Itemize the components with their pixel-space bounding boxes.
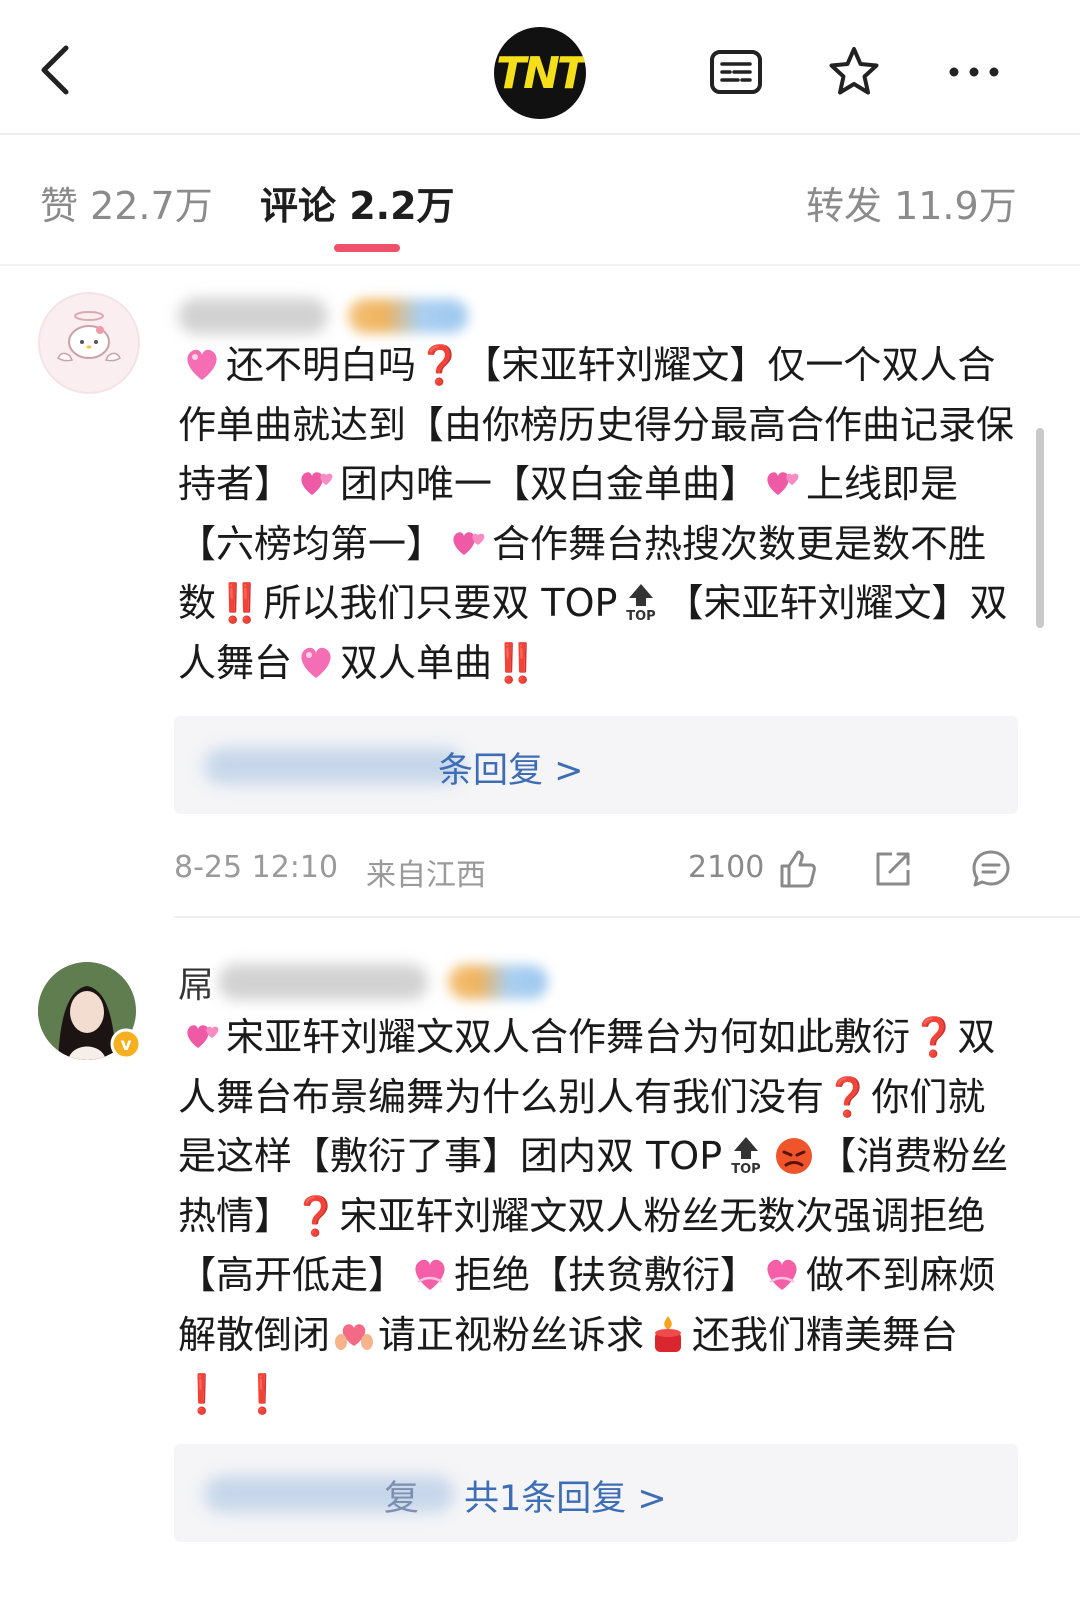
tab-likes[interactable]: 赞 22.7万 — [40, 175, 213, 230]
question-emoji-icon: ❓ — [416, 343, 464, 387]
more-options-icon[interactable] — [946, 44, 1002, 100]
heartpulse-emoji-icon — [767, 1259, 797, 1290]
username-redacted[interactable] — [178, 292, 468, 340]
question-emoji-icon: ❓ — [910, 1015, 958, 1059]
blurred-username — [218, 964, 429, 1000]
blurred-badge — [348, 299, 468, 333]
double-exclamation-emoji-icon: ‼️ — [216, 581, 264, 625]
reply-preview-fragment: 复 — [384, 1479, 420, 1519]
username-redacted[interactable]: 屌 — [178, 958, 549, 1006]
username-initial: 屌 — [178, 965, 215, 1006]
like-count: 2100 — [688, 850, 765, 885]
exclamation-emoji-icon: ❗ ❗ — [178, 1372, 286, 1416]
two-hearts-emoji-icon — [301, 472, 333, 495]
hello-kitty-avatar-icon — [57, 311, 121, 362]
svg-text:TOP: TOP — [731, 1162, 760, 1177]
reply-preview[interactable]: 条回复 > — [174, 716, 1018, 814]
comment-item: 还不明白吗❓【宋亚轩刘耀文】仅一个双人合作单曲就达到【由你榜历史得分最高合作曲记… — [0, 266, 1080, 926]
share-icon[interactable] — [870, 846, 916, 892]
two-hearts-emoji-icon — [187, 1025, 219, 1048]
blurred-reply-author — [204, 748, 464, 784]
heart-hands-emoji-icon — [335, 1323, 374, 1350]
comment-meta: 8-25 12:10 来自江西 2100 — [174, 840, 1018, 900]
tab-comments[interactable]: 评论 2.2万 — [260, 175, 455, 230]
star-favorite-icon[interactable] — [826, 44, 882, 100]
sparkling-heart-emoji-icon — [301, 647, 331, 678]
reply-preview[interactable]: 复 共1条回复 > — [174, 1444, 1018, 1542]
question-emoji-icon: ❓ — [292, 1193, 340, 1238]
sparkling-heart-emoji-icon — [187, 349, 217, 380]
stats-tabs: 赞 22.7万 评论 2.2万 转发 11.9万 — [0, 135, 1080, 265]
comment-time: 8-25 12:10 — [174, 850, 339, 885]
question-emoji-icon: ❓ — [824, 1074, 872, 1119]
reply-comment-icon[interactable] — [968, 846, 1014, 892]
comment-item: v 屌 宋亚轩刘耀文双人合作舞台为何如此敷衍❓双人舞台布景编舞为什么别人有我们没… — [0, 918, 1080, 1608]
active-tab-indicator — [334, 244, 400, 252]
view-replies-link[interactable]: 共1条回复 > — [464, 1470, 667, 1521]
view-replies-link[interactable]: 条回复 > — [438, 742, 583, 793]
account-logo-avatar[interactable]: TNT — [494, 27, 586, 119]
angry-face-emoji-icon — [776, 1138, 813, 1174]
thumbs-up-icon[interactable] — [774, 846, 820, 892]
comment-text: 宋亚轩刘耀文双人合作舞台为何如此敷衍❓双人舞台布景编舞为什么别人有我们没有❓你们… — [178, 1015, 1009, 1416]
reading-mode-icon[interactable] — [708, 44, 764, 100]
svg-text:v: v — [120, 1035, 131, 1055]
avatar[interactable]: v — [38, 962, 142, 1060]
candle-emoji-icon — [655, 1315, 682, 1352]
avatar[interactable] — [38, 292, 140, 394]
blurred-badge — [448, 965, 549, 999]
heartpulse-emoji-icon — [415, 1259, 445, 1290]
top-arrow-emoji-icon: TOP — [627, 584, 656, 624]
blurred-username — [178, 298, 328, 334]
verified-v-badge-icon: v — [110, 1028, 142, 1060]
double-exclamation-emoji-icon: ‼️ — [492, 640, 540, 685]
two-hearts-emoji-icon — [453, 531, 485, 555]
svg-text:TOP: TOP — [627, 609, 656, 624]
comment-location: 来自江西 — [366, 858, 486, 893]
logo-text: TNT — [496, 47, 586, 99]
tab-reposts[interactable]: 转发 11.9万 — [806, 175, 1017, 230]
back-arrow-icon[interactable] — [30, 40, 90, 100]
top-arrow-emoji-icon: TOP — [731, 1137, 761, 1177]
top-nav-bar: TNT — [0, 0, 1080, 134]
two-hearts-emoji-icon — [767, 472, 799, 495]
comment-text: 还不明白吗❓【宋亚轩刘耀文】仅一个双人合作单曲就达到【由你榜历史得分最高合作曲记… — [178, 343, 1015, 685]
